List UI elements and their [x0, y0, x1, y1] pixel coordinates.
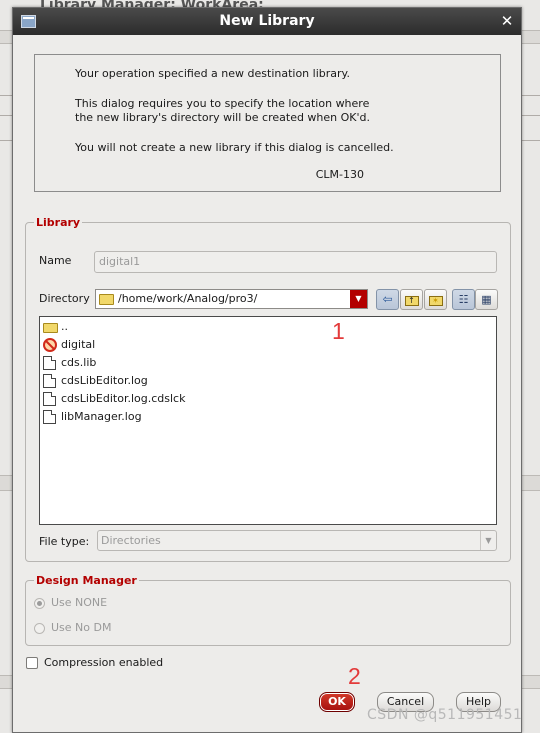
directory-combobox[interactable]: /home/work/Analog/pro3/ ▼ [95, 289, 368, 309]
compression-label: Compression enabled [44, 656, 164, 669]
info-line-destination: Your operation specified a new destinati… [75, 67, 350, 80]
list-item[interactable]: .. [43, 318, 68, 336]
use-no-dm-label: Use No DM [51, 621, 112, 634]
use-none-radio[interactable] [34, 598, 45, 609]
new-library-dialog: New Library ✕ Your operation specified a… [12, 7, 522, 733]
up-folder-icon: ↑ [404, 296, 419, 306]
list-item[interactable]: cds.lib [43, 354, 96, 372]
info-line-location: This dialog requires you to specify the … [75, 97, 500, 125]
details-view-icon: ▦ [481, 293, 492, 306]
library-group-title: Library [34, 216, 83, 229]
back-button[interactable]: ⇦ [376, 289, 399, 310]
new-folder-button[interactable]: ✶ [424, 289, 447, 310]
file-name: .. [61, 320, 68, 333]
list-item[interactable]: libManager.log [43, 408, 142, 426]
list-item[interactable]: cdsLibEditor.log [43, 372, 148, 390]
file-name: cdsLibEditor.log.cdslck [61, 392, 186, 405]
info-line-location-a: This dialog requires you to specify the … [75, 97, 370, 110]
new-folder-icon: ✶ [428, 296, 443, 306]
use-no-dm-radio[interactable] [34, 623, 45, 634]
info-line-cancel: You will not create a new library if thi… [75, 141, 394, 154]
list-view-icon: ☷ [458, 293, 469, 306]
use-none-label: Use NONE [51, 596, 108, 609]
directory-label: Directory [39, 292, 90, 305]
design-manager-group-title: Design Manager [34, 574, 139, 587]
file-name: libManager.log [61, 410, 142, 423]
compression-checkbox[interactable] [26, 657, 38, 669]
library-name-field[interactable]: digital1 [94, 251, 497, 273]
annotation-marker-2: 2 [348, 663, 361, 689]
design-manager-group: Design Manager [25, 574, 511, 646]
dialog-title: New Library [219, 13, 315, 29]
watermark: CSDN @q511951451 [367, 707, 523, 723]
window-menu-icon[interactable] [21, 15, 36, 28]
file-type-value: Directories [101, 534, 161, 547]
file-list[interactable]: .. digital cds.lib cdsLibEditor.log cdsL… [39, 316, 497, 525]
file-type-select[interactable]: Directories ▼ [97, 530, 497, 551]
file-name: cdsLibEditor.log [61, 374, 148, 387]
up-folder-button[interactable]: ↑ [400, 289, 423, 310]
file-icon [43, 410, 56, 424]
list-item[interactable]: digital [43, 336, 95, 354]
ok-button[interactable]: OK [319, 692, 355, 712]
info-message-box: Your operation specified a new destinati… [34, 54, 501, 192]
folder-icon [43, 323, 58, 333]
file-type-label: File type: [39, 535, 90, 548]
list-item[interactable]: cdsLibEditor.log.cdslck [43, 390, 185, 408]
no-entry-icon [43, 338, 57, 352]
folder-icon [99, 294, 114, 305]
file-icon [43, 392, 56, 406]
file-name: digital [61, 338, 96, 351]
file-name: cds.lib [61, 356, 97, 369]
directory-value: /home/work/Analog/pro3/ [118, 292, 258, 305]
details-view-button[interactable]: ▦ [475, 289, 498, 310]
file-icon [43, 374, 56, 388]
dialog-titlebar[interactable]: New Library ✕ [13, 8, 521, 35]
annotation-marker-1: 1 [332, 318, 345, 344]
file-icon [43, 356, 56, 370]
message-code: CLM-130 [315, 168, 364, 181]
close-icon[interactable]: ✕ [499, 13, 515, 29]
chevron-down-icon: ▼ [480, 531, 496, 550]
name-label: Name [39, 254, 72, 267]
back-icon: ⇦ [382, 292, 393, 306]
list-view-button[interactable]: ☷ [452, 289, 475, 310]
chevron-down-icon[interactable]: ▼ [350, 290, 367, 308]
info-line-location-b: the new library's directory will be crea… [75, 111, 371, 124]
